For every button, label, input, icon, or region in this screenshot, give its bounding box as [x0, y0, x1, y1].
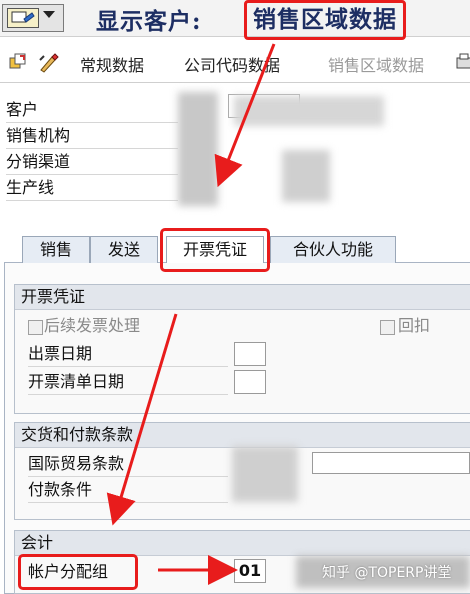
invoice-date-label: 出票日期 [28, 342, 228, 367]
application-toolbar: 常规数据 公司代码数据 销售区域数据 [0, 44, 470, 83]
print-icon[interactable] [456, 52, 470, 74]
customer-label: 客户 [6, 98, 178, 123]
subsequent-invoice-checkbox[interactable] [28, 320, 43, 335]
rebate-checkbox[interactable] [380, 320, 395, 335]
system-menu-icon [7, 8, 39, 28]
toolbar-company-code-data-button[interactable]: 公司代码数据 [184, 52, 280, 76]
annotation-box-account-group [18, 554, 138, 590]
toolbar-sales-area-data-button: 销售区域数据 [328, 56, 425, 75]
incoterms-location-input[interactable] [312, 452, 470, 474]
sales-organization-label: 销售机构 [6, 124, 178, 149]
annotation-box-billing-tab [160, 228, 270, 272]
accounting-group-title: 会计 [15, 531, 470, 556]
incoterms-value-obscured [232, 446, 298, 502]
subsequent-invoice-label: 后续发票处理 [44, 316, 141, 335]
incoterms-label: 国际贸易条款 [28, 452, 228, 477]
delivery-group-title: 交货和付款条款 [15, 423, 470, 448]
title-bar: 显示客户: 销售区域数据 [0, 0, 470, 40]
system-menu-button[interactable] [2, 4, 64, 32]
division-label: 生产线 [6, 176, 178, 201]
tab-shipping[interactable]: 发送 [90, 236, 158, 263]
display-change-icon[interactable] [8, 52, 30, 74]
distribution-channel-label: 分销渠道 [6, 150, 178, 175]
rebate-label: 回扣 [398, 316, 431, 335]
account-assignment-group-input[interactable]: 01 [234, 559, 266, 583]
watermark: 知乎 @TOPERP讲堂 [322, 565, 452, 581]
tab-sales[interactable]: 销售 [22, 236, 90, 263]
page-title-prefix: 显示客户: [96, 8, 202, 35]
other-object-icon[interactable] [38, 52, 60, 74]
customer-name-obscured [234, 96, 384, 126]
payment-terms-label: 付款条件 [28, 478, 228, 503]
invoice-list-date-input[interactable] [234, 370, 266, 394]
page-title-highlighted: 销售区域数据 [244, 0, 406, 40]
channel-division-obscured [282, 150, 330, 202]
invoice-list-date-label: 开票清单日期 [28, 370, 228, 395]
chevron-down-icon [43, 11, 55, 18]
toolbar-general-data-button[interactable]: 常规数据 [80, 52, 144, 76]
tab-partner-functions[interactable]: 合伙人功能 [270, 236, 396, 263]
invoice-date-input[interactable] [234, 342, 266, 366]
billing-group-title: 开票凭证 [15, 285, 470, 310]
header-values-obscured [178, 92, 218, 206]
